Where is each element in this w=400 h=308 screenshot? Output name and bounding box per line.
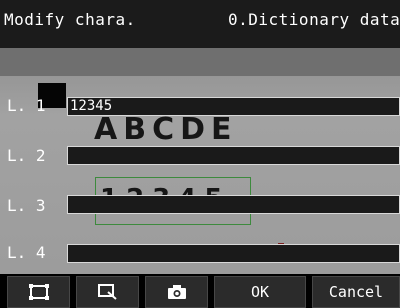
camera-icon <box>167 284 187 300</box>
line-4-label: L. 4 <box>7 243 46 262</box>
line-1-label: L. 1 <box>7 96 46 115</box>
screen-title: Modify chara. <box>4 10 136 29</box>
ok-button[interactable]: OK <box>214 276 306 308</box>
title-bar: Modify chara. 0.Dictionary data0 <box>0 0 400 48</box>
image-top-band <box>0 48 400 76</box>
cancel-button[interactable]: Cancel <box>312 276 400 308</box>
frame-icon <box>28 284 49 300</box>
line-1-field[interactable]: 12345 <box>67 97 400 116</box>
line-2-label: L. 2 <box>7 146 46 165</box>
zoom-button[interactable] <box>76 276 139 308</box>
captured-characters-row1: ABCDE <box>94 112 238 147</box>
line-3-label: L. 3 <box>7 196 46 215</box>
camera-image-area: ABCDE 12345 L. 1 12345 L. 2 L. 3 L. 4 <box>0 48 400 274</box>
frame-button[interactable] <box>7 276 70 308</box>
dictionary-title: 0.Dictionary data0 <box>228 10 400 29</box>
zoom-icon <box>97 284 118 300</box>
line-2-field[interactable] <box>67 146 400 165</box>
bottom-toolbar: OK Cancel <box>0 274 400 308</box>
line-3-field[interactable] <box>67 195 400 214</box>
line-4-field[interactable] <box>67 244 400 263</box>
capture-button[interactable] <box>145 276 208 308</box>
